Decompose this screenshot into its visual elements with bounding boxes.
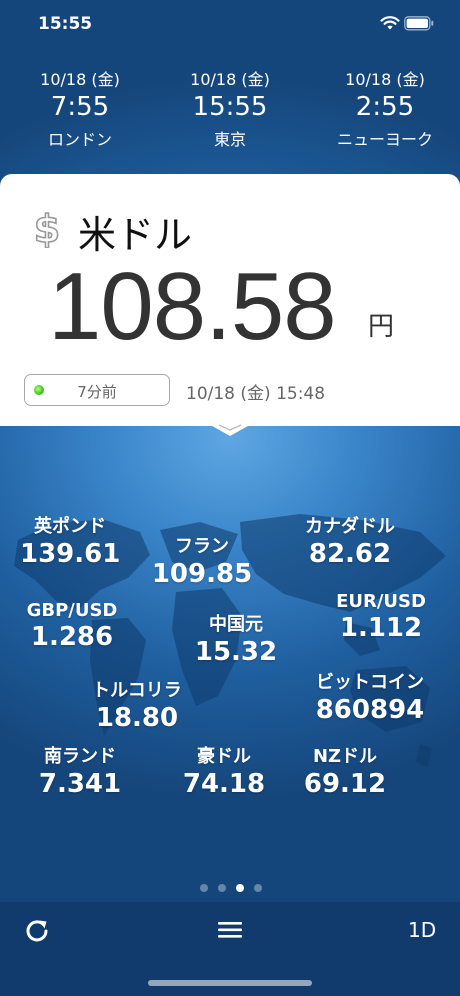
rate-label: 南ランド bbox=[44, 746, 116, 767]
page-dot[interactable] bbox=[200, 884, 208, 892]
rate-nzd-jpy[interactable]: NZドル 69.12 bbox=[296, 742, 394, 799]
rate-label: カナダドル bbox=[305, 516, 395, 537]
clock-time: 15:55 bbox=[192, 92, 268, 122]
main-rate-value: 108.58 bbox=[48, 253, 337, 360]
rate-label: EUR/USD bbox=[336, 591, 426, 612]
chevron-down-icon[interactable] bbox=[205, 422, 255, 438]
rate-label: 英ポンド bbox=[34, 516, 106, 537]
rate-btc-jpy[interactable]: ビットコイン 860894 bbox=[302, 668, 438, 725]
rate-gbp-usd[interactable]: GBP/USD 1.286 bbox=[16, 600, 128, 652]
battery-icon bbox=[404, 16, 434, 35]
clock-tokyo: 10/18 (金) 15:55 東京 bbox=[155, 66, 305, 150]
rate-try-jpy[interactable]: トルコリラ 18.80 bbox=[80, 676, 194, 733]
page-dot[interactable] bbox=[218, 884, 226, 892]
app-screen: 15:55 10/18 (金) 7:55 ロンドン 10/18 (金) 15:5… bbox=[0, 0, 460, 996]
clock-time: 7:55 bbox=[50, 92, 110, 122]
rate-value: 139.61 bbox=[20, 539, 121, 569]
period-button[interactable]: 1D bbox=[408, 918, 436, 942]
page-dot[interactable] bbox=[254, 884, 262, 892]
rate-eur-usd[interactable]: EUR/USD 1.112 bbox=[324, 591, 438, 643]
rate-value: 74.18 bbox=[182, 769, 266, 799]
rate-label: 中国元 bbox=[209, 614, 263, 635]
home-indicator bbox=[148, 980, 312, 986]
clock-date: 10/18 (金) bbox=[40, 70, 120, 89]
rate-zar-jpy[interactable]: 南ランド 7.341 bbox=[28, 742, 132, 799]
rate-label: フラン bbox=[175, 536, 229, 557]
clock-city: 東京 bbox=[213, 130, 246, 149]
rate-value: 82.62 bbox=[308, 539, 392, 569]
refresh-icon[interactable] bbox=[22, 916, 52, 950]
clock-city: ロンドン bbox=[47, 130, 112, 149]
rate-label: 豪ドル bbox=[197, 746, 251, 767]
rate-chf-jpy[interactable]: フラン 109.85 bbox=[150, 532, 254, 589]
rate-unit: 円 bbox=[368, 312, 395, 342]
clock-london: 10/18 (金) 7:55 ロンドン bbox=[5, 66, 155, 150]
update-status-pill: 7分前 bbox=[24, 374, 170, 406]
clock-time: 2:55 bbox=[355, 92, 415, 122]
rate-value: 1.286 bbox=[30, 622, 114, 652]
updated-ago: 7分前 bbox=[77, 383, 117, 401]
status-time: 15:55 bbox=[38, 14, 93, 34]
rate-gbp-jpy[interactable]: 英ポンド 139.61 bbox=[20, 512, 120, 569]
update-timestamp: 10/18 (金) 15:48 bbox=[186, 384, 326, 404]
rate-value: 69.12 bbox=[303, 769, 387, 799]
currency-name: 米ドル bbox=[78, 213, 193, 257]
main-rate-card[interactable]: $ 米ドル 108.58 円 7分前 10/18 (金) 15:48 bbox=[0, 174, 460, 436]
status-bar: 15:55 bbox=[0, 0, 460, 50]
svg-text:$: $ bbox=[34, 208, 60, 248]
world-clocks: 10/18 (金) 7:55 ロンドン 10/18 (金) 15:55 東京 1… bbox=[0, 66, 460, 156]
rate-label: トルコリラ bbox=[92, 680, 182, 701]
rate-value: 109.85 bbox=[151, 559, 253, 589]
rate-value: 1.112 bbox=[339, 613, 423, 643]
dollar-sign-icon: $ bbox=[30, 206, 64, 252]
page-indicator[interactable] bbox=[0, 884, 460, 894]
rate-value: 15.32 bbox=[194, 637, 278, 667]
rate-label: GBP/USD bbox=[26, 600, 118, 621]
clock-newyork: 10/18 (金) 2:55 ニューヨーク bbox=[310, 66, 460, 150]
clock-date: 10/18 (金) bbox=[345, 70, 425, 89]
clock-date: 10/18 (金) bbox=[190, 70, 270, 89]
rate-label: NZドル bbox=[312, 746, 378, 767]
page-dot-active[interactable] bbox=[236, 884, 244, 892]
wifi-icon bbox=[380, 15, 400, 35]
rate-value: 7.341 bbox=[38, 769, 122, 799]
rate-cad-jpy[interactable]: カナダドル 82.62 bbox=[288, 512, 412, 569]
rate-label: ビットコイン bbox=[316, 672, 424, 693]
hamburger-menu-icon[interactable] bbox=[218, 920, 242, 944]
rate-value: 860894 bbox=[315, 695, 425, 725]
rate-aud-jpy[interactable]: 豪ドル 74.18 bbox=[176, 742, 272, 799]
clock-city: ニューヨーク bbox=[336, 130, 433, 149]
rate-cny-jpy[interactable]: 中国元 15.32 bbox=[188, 610, 284, 667]
rate-value: 18.80 bbox=[95, 703, 179, 733]
